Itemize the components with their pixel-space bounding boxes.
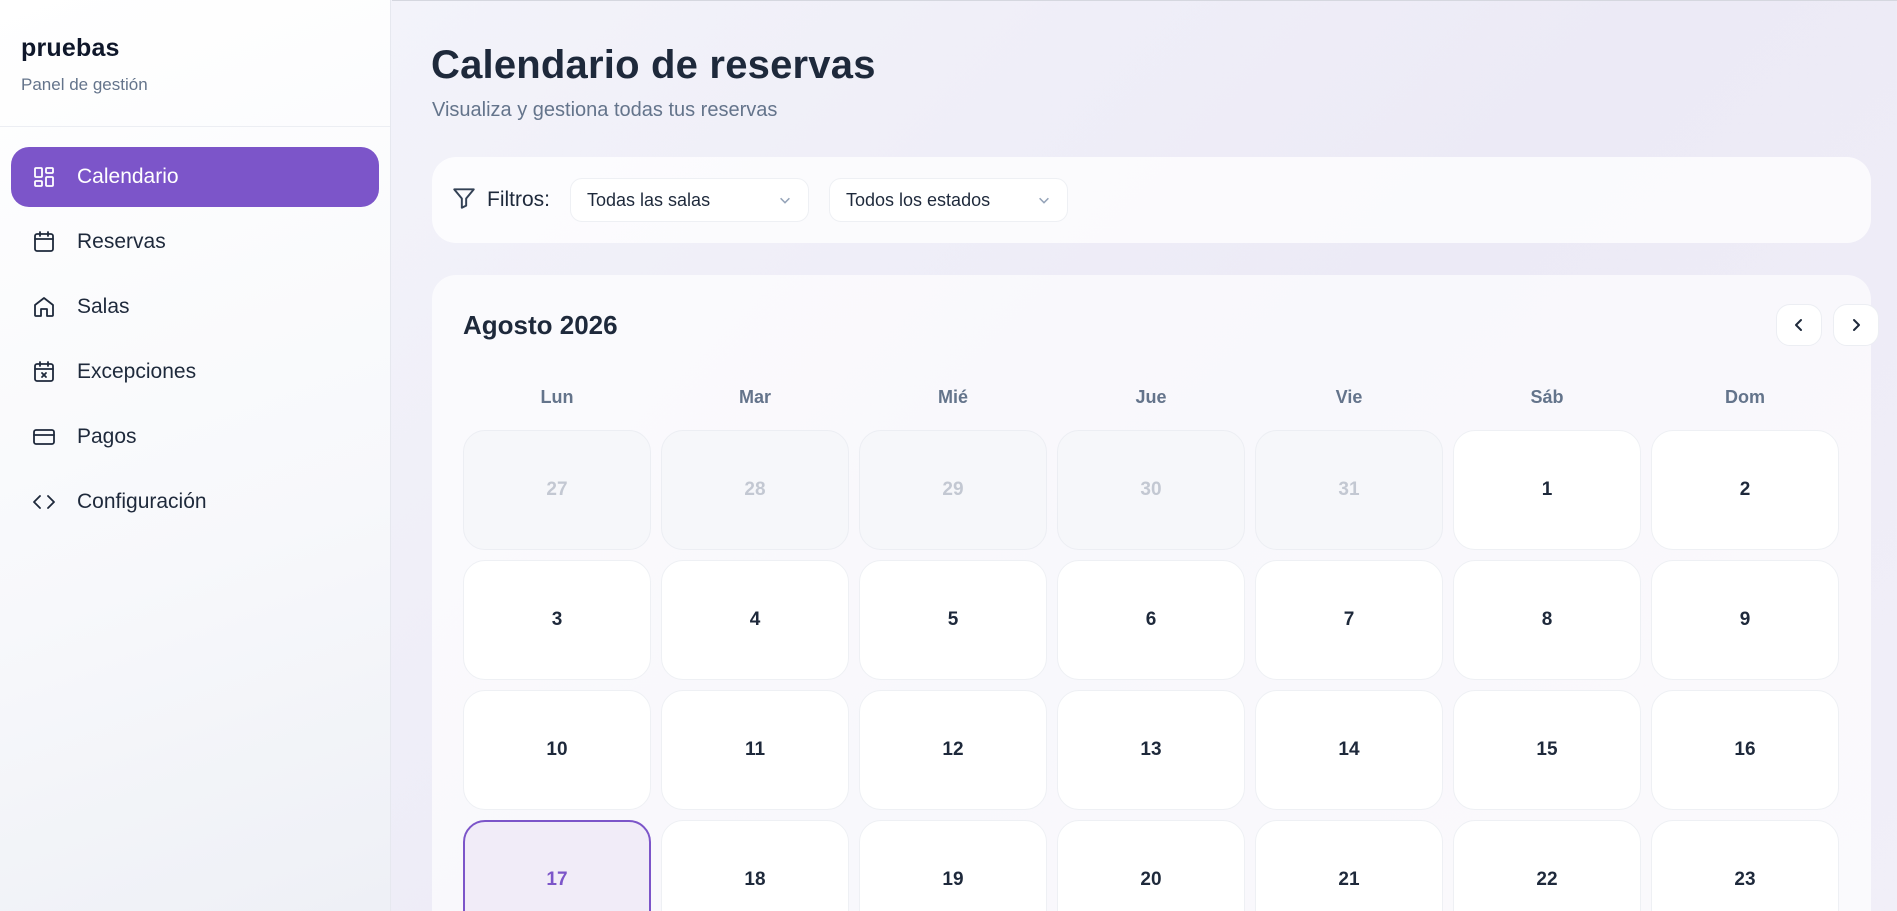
chevron-down-icon (780, 197, 790, 204)
calendar-day[interactable]: 1 (1453, 430, 1641, 550)
calendar-day[interactable]: 30 (1057, 430, 1245, 550)
calendar-day[interactable]: 12 (859, 690, 1047, 810)
calendar-day[interactable]: 6 (1057, 560, 1245, 680)
filters-bar: Filtros: Todas las salas Todos los estad… (432, 157, 1871, 243)
chevron-down-icon (1039, 197, 1049, 204)
credit-card-icon (31, 424, 57, 450)
calendar-day[interactable]: 27 (463, 430, 651, 550)
weekday-header-row: Lun Mar Mié Jue Vie Sáb Dom (463, 387, 1841, 408)
weekday-label: Jue (1135, 387, 1167, 407)
calendar-day[interactable]: 18 (661, 820, 849, 911)
previous-month-button[interactable] (1776, 304, 1822, 346)
code-icon (31, 489, 57, 515)
calendar-day[interactable]: 4 (661, 560, 849, 680)
calendar-day[interactable]: 19 (859, 820, 1047, 911)
sidebar-item-label: Salas (77, 295, 130, 318)
calendar-day[interactable]: 21 (1255, 820, 1443, 911)
sidebar-item-label: Excepciones (77, 360, 197, 383)
calendar-day-today[interactable]: 17 (463, 820, 651, 911)
calendar-day[interactable]: 15 (1453, 690, 1641, 810)
calendar-x-icon (31, 359, 57, 385)
calendar-icon (31, 229, 57, 255)
sidebar-item-calendario[interactable]: Calendario (11, 147, 379, 207)
calendar-day[interactable]: 8 (1453, 560, 1641, 680)
brand-name: pruebas (21, 34, 120, 62)
status-select[interactable]: Todos los estados (829, 178, 1068, 222)
calendar-day[interactable]: 10 (463, 690, 651, 810)
room-select[interactable]: Todas las salas (570, 178, 809, 222)
sidebar-item-configuracion[interactable]: Configuración (11, 472, 379, 532)
room-select-value: Todas las salas (587, 189, 711, 210)
weekday-label: Sáb (1530, 387, 1564, 407)
filter-funnel-icon (451, 185, 477, 216)
calendar-day[interactable]: 23 (1651, 820, 1839, 911)
calendar-day[interactable]: 3 (463, 560, 651, 680)
calendar-day[interactable]: 29 (859, 430, 1047, 550)
calendar-day[interactable]: 22 (1453, 820, 1641, 911)
next-month-button[interactable] (1833, 304, 1879, 346)
sidebar: pruebas Panel de gestión Calendario Rese… (0, 0, 391, 911)
calendar-day[interactable]: 13 (1057, 690, 1245, 810)
calendar-panel: Agosto 2026 Lun Mar Mié Jue Vie Sáb Dom … (432, 275, 1879, 911)
dashboard-grid-icon (31, 164, 57, 190)
calendar-day[interactable]: 20 (1057, 820, 1245, 911)
sidebar-nav: Calendario Reservas Salas Excepciones Pa… (0, 127, 390, 532)
sidebar-item-salas[interactable]: Salas (11, 277, 379, 337)
calendar-day-grid: 27 28 29 30 31 1 2 3 4 5 6 7 8 9 10 11 1… (463, 430, 1839, 911)
chevron-left-icon (1795, 319, 1802, 331)
status-select-value: Todos los estados (846, 189, 991, 210)
weekday-label: Lun (540, 387, 574, 407)
sidebar-item-label: Configuración (77, 490, 207, 513)
sidebar-item-excepciones[interactable]: Excepciones (11, 342, 379, 402)
sidebar-item-pagos[interactable]: Pagos (11, 407, 379, 467)
sidebar-item-label: Calendario (77, 165, 179, 188)
calendar-day[interactable]: 9 (1651, 560, 1839, 680)
calendar-day[interactable]: 14 (1255, 690, 1443, 810)
sidebar-item-reservas[interactable]: Reservas (11, 212, 379, 272)
month-label: Agosto 2026 (463, 310, 618, 340)
weekday-label: Dom (1725, 387, 1765, 407)
calendar-day[interactable]: 5 (859, 560, 1047, 680)
main-content: Calendario de reservas Visualiza y gesti… (392, 0, 1897, 911)
calendar-day[interactable]: 16 (1651, 690, 1839, 810)
calendar-day[interactable]: 7 (1255, 560, 1443, 680)
brand-header: pruebas Panel de gestión (0, 0, 390, 127)
calendar-day[interactable]: 28 (661, 430, 849, 550)
calendar-day[interactable]: 2 (1651, 430, 1839, 550)
sidebar-item-label: Reservas (77, 230, 166, 253)
page-subtitle: Visualiza y gestiona todas tus reservas (432, 99, 778, 121)
weekday-label: Vie (1335, 387, 1363, 407)
chevron-right-icon (1853, 319, 1860, 331)
calendar-day[interactable]: 31 (1255, 430, 1443, 550)
weekday-label: Mié (937, 387, 968, 407)
filters-label: Filtros: (487, 188, 550, 211)
weekday-label: Mar (738, 387, 771, 407)
calendar-day[interactable]: 11 (661, 690, 849, 810)
page-title: Calendario de reservas (431, 43, 876, 87)
home-icon (31, 294, 57, 320)
sidebar-item-label: Pagos (77, 425, 137, 448)
brand-subtitle: Panel de gestión (21, 75, 148, 94)
